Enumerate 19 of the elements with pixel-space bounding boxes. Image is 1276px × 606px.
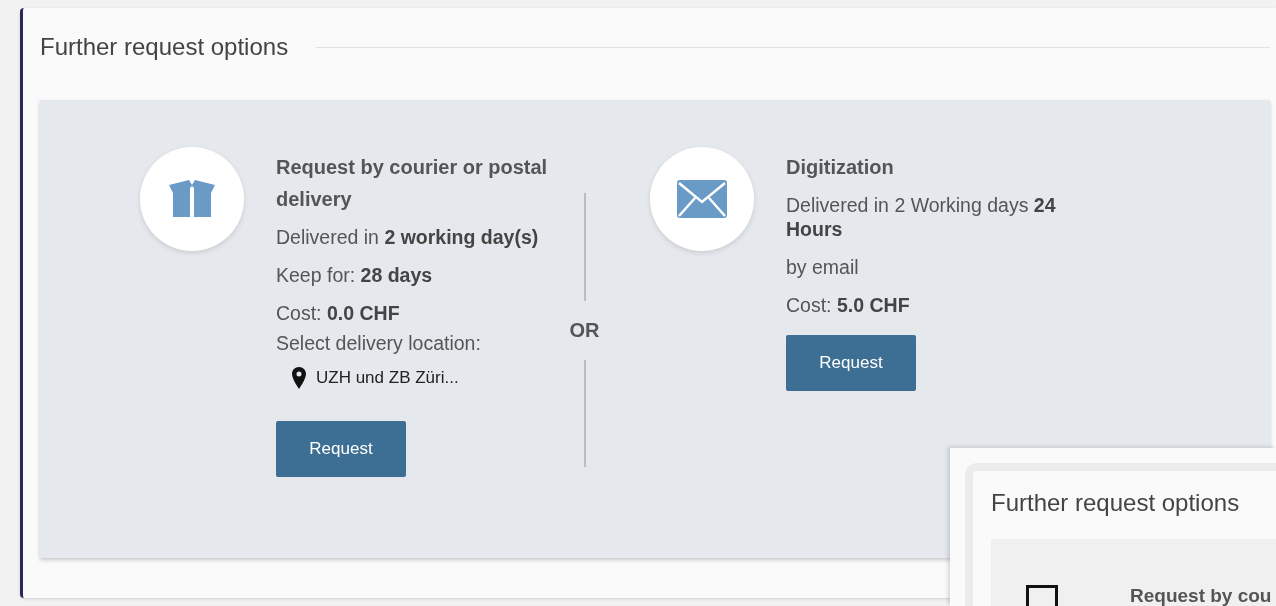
option-title: Request by cou <box>1130 585 1272 606</box>
location-pin-icon <box>292 367 306 389</box>
delivery-location: UZH und ZB Züri... <box>316 368 459 388</box>
panel-title: Further request options <box>40 33 289 61</box>
or-separator: OR <box>569 317 600 343</box>
info-text: by email <box>786 255 860 279</box>
info-text: Cost: 5.0 CHF <box>786 293 911 317</box>
option-title: Digitization <box>786 155 895 180</box>
info-text: Select delivery location: <box>276 331 482 355</box>
request-button[interactable]: Request <box>276 421 406 477</box>
info-text: Delivered in 2 working day(s) <box>276 225 540 249</box>
request-button[interactable]: Request <box>786 335 916 391</box>
envelope-icon <box>677 180 727 218</box>
option-title: Request by courier or postal delivery <box>276 155 549 212</box>
info-text: Cost: 0.0 CHF <box>276 301 401 325</box>
info-text: Delivered in 2 Working days 24 Hours <box>786 193 1057 241</box>
panel-title: Further request options <box>991 489 1241 518</box>
box-icon <box>167 179 217 219</box>
info-text: Keep for: 28 days <box>276 263 434 287</box>
